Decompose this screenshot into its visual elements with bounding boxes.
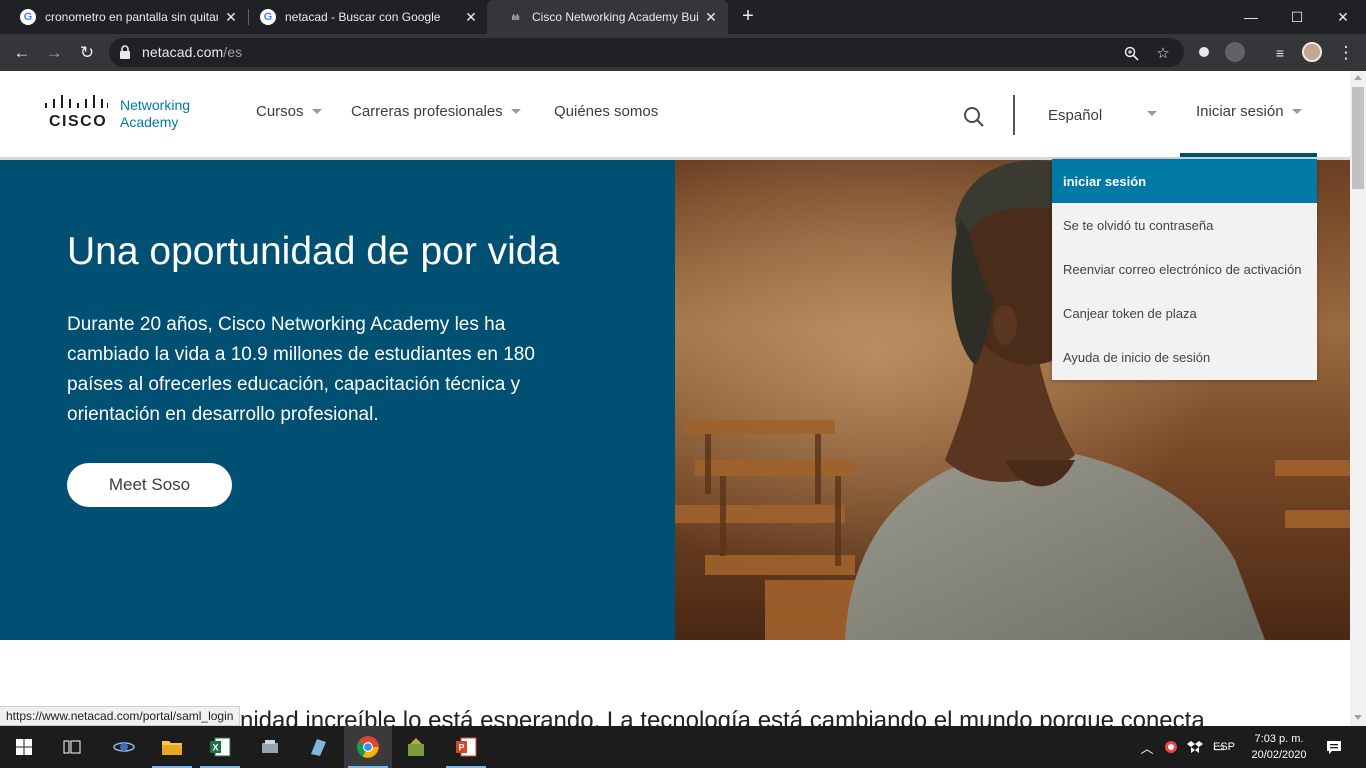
menu-dots-icon[interactable]: ⋮ (1334, 41, 1358, 65)
menu-item-redeem-token[interactable]: Canjear token de plaza (1052, 291, 1317, 335)
google-icon: G (20, 9, 36, 25)
chevron-down-icon (311, 109, 322, 114)
minimize-button[interactable]: — (1228, 0, 1274, 34)
hero-description: Durante 20 años, Cisco Networking Academ… (67, 314, 535, 425)
clock-date: 20/02/2020 (1251, 749, 1307, 761)
tab-title: netacad - Buscar con Google (285, 10, 441, 24)
excel-icon[interactable]: X (196, 726, 244, 768)
logo-line-2: Academy (120, 114, 179, 130)
notes-app-icon[interactable] (294, 726, 342, 768)
address-bar[interactable]: netacad.com/es ☆ (109, 38, 1184, 67)
login-menu-trigger[interactable]: Iniciar sesión (1196, 103, 1302, 120)
reload-icon[interactable]: ↻ (75, 41, 99, 65)
clock-time: 7:03 p. m. (1254, 733, 1304, 745)
login-dropdown-menu: iniciar sesión Se te olvidó tu contraseñ… (1052, 159, 1317, 380)
web-page: CISCO Networking Academy Cursos Carreras… (0, 71, 1350, 726)
logo-line-1: Networking (120, 97, 191, 113)
menu-item-resend-activation[interactable]: Reenviar correo electrónico de activació… (1052, 247, 1317, 291)
media-control-icon[interactable]: ≡ (1268, 41, 1292, 65)
chevron-down-icon[interactable] (1147, 111, 1157, 116)
nav-quienes-somos[interactable]: Quiénes somos (554, 103, 658, 120)
file-explorer-icon[interactable] (148, 726, 196, 768)
tray-antivirus-icon[interactable] (1160, 726, 1182, 768)
login-label: Iniciar sesión (1196, 103, 1284, 120)
nav-cursos[interactable]: Cursos (256, 103, 322, 120)
close-icon[interactable]: ✕ (704, 9, 718, 26)
url-path: /es (223, 44, 243, 60)
close-icon[interactable]: ✕ (464, 9, 478, 26)
url-text: netacad.com/es (142, 44, 242, 60)
svg-text:X: X (213, 743, 219, 753)
scroll-down-arrow-icon[interactable] (1354, 715, 1362, 720)
zoom-icon[interactable] (1120, 42, 1142, 64)
tray-overflow-chevron-icon[interactable]: ︿ (1137, 726, 1157, 768)
cisco-wordmark: CISCO (49, 113, 108, 130)
tab-netacad-search[interactable]: G netacad - Buscar con Google ✕ (240, 0, 488, 34)
header-divider (1013, 95, 1015, 135)
chevron-down-icon (510, 109, 521, 114)
forward-icon[interactable]: → (42, 41, 66, 65)
scroll-up-arrow-icon[interactable] (1354, 75, 1362, 80)
app-satellite-icon[interactable] (100, 726, 148, 768)
search-icon[interactable] (962, 105, 986, 129)
close-window-button[interactable]: ✕ (1320, 0, 1366, 34)
tray-language-indicator[interactable]: ESP (1210, 726, 1238, 768)
tab-title: Cisco Networking Academy Builds (532, 10, 698, 24)
cisco-icon: ılıılı (511, 12, 519, 22)
tray-clock[interactable]: 7:03 p. m. 20/02/2020 (1244, 731, 1314, 763)
powerpoint-icon[interactable]: P (442, 726, 490, 768)
networking-academy-wordmark: Networking Academy (120, 97, 190, 131)
extension-record-icon[interactable] (1194, 42, 1214, 62)
back-icon[interactable]: ← (10, 41, 34, 65)
bookmark-star-icon[interactable]: ☆ (1152, 42, 1174, 64)
hero-title: Una oportunidad de por vida (67, 230, 560, 273)
action-center-icon[interactable] (1318, 726, 1350, 768)
lock-icon (120, 45, 130, 59)
language-selector[interactable]: Español (1048, 107, 1102, 124)
maximize-button[interactable]: ☐ (1274, 0, 1320, 34)
nav-label: Cursos (256, 103, 304, 120)
task-view-icon[interactable] (48, 726, 96, 768)
cisco-netacad-logo[interactable]: CISCO Networking Academy (44, 95, 194, 135)
hero-panel: Una oportunidad de por vida Durante 20 a… (0, 160, 675, 640)
svg-text:P: P (459, 743, 465, 753)
profile-avatar[interactable] (1302, 42, 1322, 62)
nav-carreras[interactable]: Carreras profesionales (351, 103, 521, 120)
link-status-bubble: https://www.netacad.com/portal/saml_logi… (0, 706, 241, 726)
tray-dropbox-icon[interactable] (1184, 726, 1206, 768)
cisco-bars-icon (45, 95, 108, 108)
app-tools-icon[interactable] (392, 726, 440, 768)
extension-globe-icon[interactable] (1225, 42, 1245, 62)
intro-text: nidad increíble lo está esperando. La te… (240, 707, 1205, 726)
menu-item-iniciar-sesion[interactable]: iniciar sesión (1052, 159, 1317, 203)
menu-item-login-help[interactable]: Ayuda de inicio de sesión (1052, 335, 1317, 379)
new-tab-button[interactable]: + (737, 5, 759, 29)
chrome-icon[interactable] (344, 726, 392, 768)
windows-start-icon[interactable] (0, 726, 48, 768)
scrollbar-thumb[interactable] (1352, 87, 1364, 189)
network-app-icon[interactable] (246, 726, 294, 768)
tab-title: cronometro en pantalla sin quitar (45, 10, 218, 24)
chevron-down-icon (1291, 109, 1302, 114)
page-scrollbar[interactable] (1350, 71, 1366, 726)
tab-cronometro[interactable]: G cronometro en pantalla sin quitar ✕ (0, 0, 248, 34)
url-host: netacad.com (142, 44, 224, 60)
close-icon[interactable]: ✕ (224, 9, 238, 26)
windows-taskbar: X P ︿ ▭ ESP 7:03 p. m. 20/02/2020 (0, 726, 1366, 768)
google-icon: G (260, 9, 276, 25)
nav-label: Quiénes somos (554, 103, 659, 120)
browser-tab-strip: G cronometro en pantalla sin quitar ✕ G … (0, 0, 1366, 34)
meet-soso-button[interactable]: Meet Soso (67, 463, 232, 507)
nav-label: Carreras profesionales (351, 103, 503, 120)
menu-item-forgot-password[interactable]: Se te olvidó tu contraseña (1052, 203, 1317, 247)
tab-cisco-netacad[interactable]: ılıılı Cisco Networking Academy Builds ✕ (487, 0, 728, 34)
